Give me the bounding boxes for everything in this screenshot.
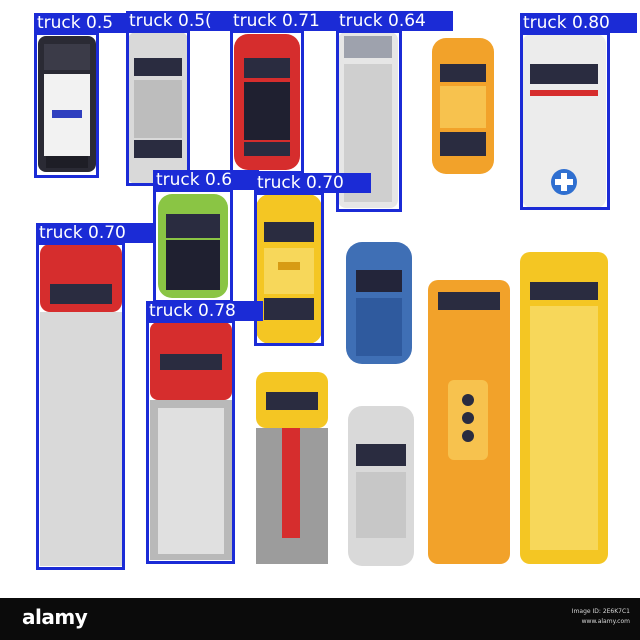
- detection-box: truck 0.6: [153, 170, 259, 303]
- detection-box: truck 0.70: [254, 173, 371, 346]
- vehicle-yellow-bus: [520, 252, 608, 564]
- detection-box: truck 0.5: [34, 13, 132, 178]
- detection-label: truck 0.78: [146, 301, 263, 321]
- detection-label: truck 0.80: [520, 13, 637, 33]
- vehicle-tow-truck: [256, 372, 328, 564]
- detection-box: truck 0.80: [520, 13, 637, 210]
- detection-image: truck 0.5 truck 0.5( truck 0.71 truck 0.…: [0, 0, 640, 640]
- vehicle-orange-car: [432, 38, 494, 174]
- detection-label: truck 0.6: [153, 170, 259, 190]
- vehicle-orange-bus: [428, 280, 510, 564]
- detection-box: truck 0.70: [36, 223, 153, 570]
- brand-logo: alamy: [22, 605, 88, 629]
- detection-label: truck 0.70: [254, 173, 371, 193]
- detection-label: truck 0.70: [36, 223, 153, 243]
- stock-url-text: www.alamy.com: [581, 618, 630, 625]
- detection-box: truck 0.78: [146, 301, 263, 564]
- detection-label: truck 0.5: [34, 13, 132, 33]
- vehicle-white-van: [348, 406, 414, 566]
- watermark-footer: alamy Image ID: 2E6K7C1 www.alamy.com: [0, 598, 640, 640]
- detection-label: truck 0.64: [336, 11, 453, 31]
- detection-box: truck 0.5(: [126, 11, 236, 186]
- detection-box: truck 0.71: [230, 11, 344, 174]
- detection-label: truck 0.71: [230, 11, 344, 31]
- vehicle-blue-pickup: [346, 242, 412, 364]
- image-id-text: Image ID: 2E6K7C1: [571, 608, 630, 615]
- detection-label: truck 0.5(: [126, 11, 236, 31]
